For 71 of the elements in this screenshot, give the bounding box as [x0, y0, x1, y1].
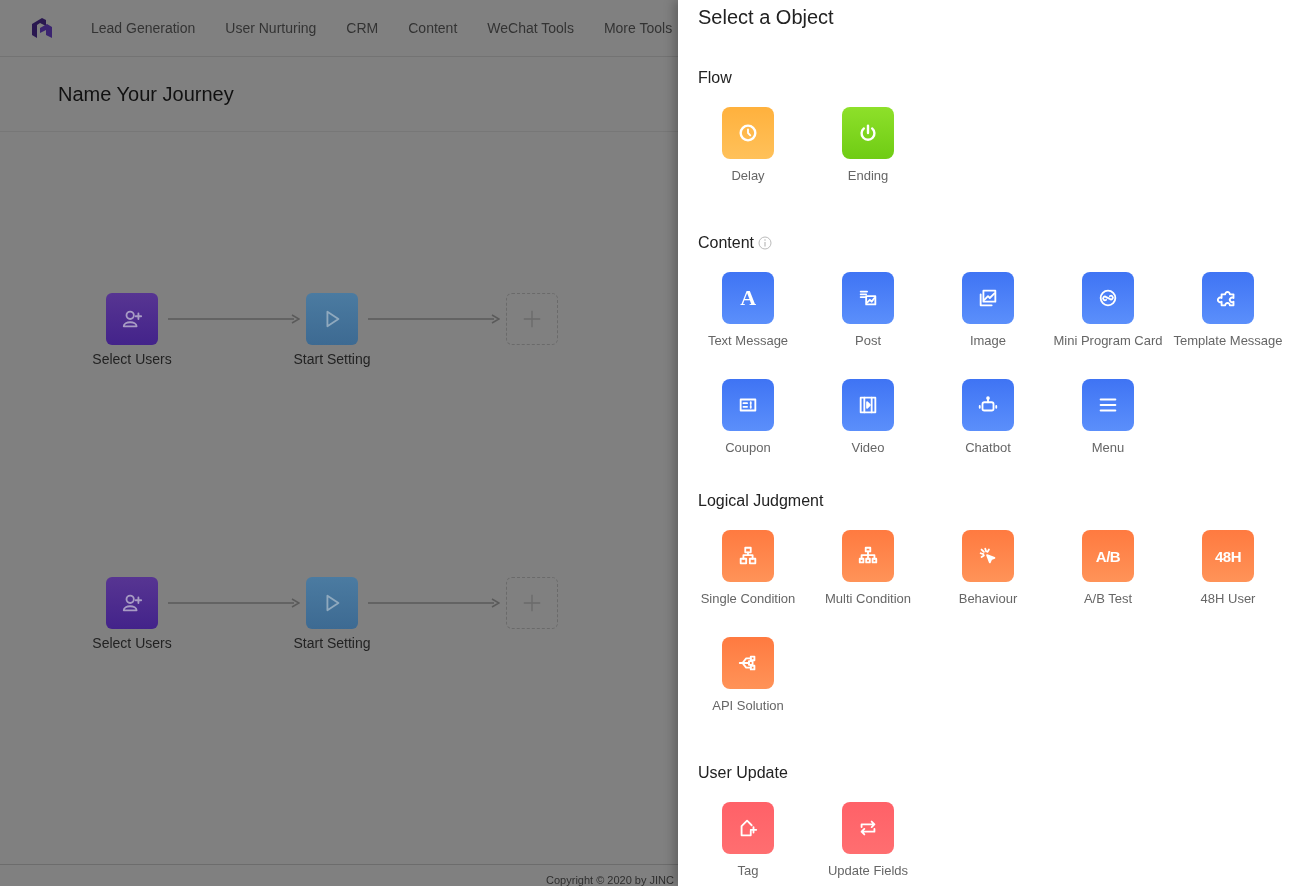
power-icon — [857, 122, 879, 144]
object-option[interactable]: Ending — [808, 107, 928, 203]
nav-link[interactable]: Content — [408, 20, 458, 36]
option-label: Update Fields — [826, 862, 910, 880]
object-option[interactable]: Image — [928, 272, 1048, 368]
section-title: Content — [698, 234, 755, 252]
info-icon[interactable] — [758, 236, 773, 250]
object-option[interactable]: Behaviour — [928, 530, 1048, 626]
nav-link[interactable]: More Tools — [603, 20, 673, 36]
hierarchy-icon — [737, 545, 759, 567]
object-option[interactable]: Coupon — [688, 379, 808, 475]
option-label: Video — [850, 439, 886, 457]
journey-node[interactable] — [306, 577, 358, 629]
option-label: Menu — [1090, 439, 1126, 457]
node-label: Select Users — [92, 351, 172, 367]
clock-icon — [737, 122, 759, 144]
film-icon — [857, 394, 879, 416]
object-option[interactable]: Multi Condition — [808, 530, 928, 626]
object-option[interactable]: Menu — [1048, 379, 1168, 475]
object-option[interactable]: Update Fields — [808, 802, 928, 880]
option-label: Tag — [736, 862, 760, 880]
object-option[interactable]: Delay — [688, 107, 808, 203]
object-option[interactable]: Template Message — [1168, 272, 1288, 368]
logo-icon[interactable] — [30, 16, 54, 40]
object-option[interactable]: Mini Program Card — [1048, 272, 1168, 368]
image-icon — [977, 287, 999, 309]
option-label: API Solution — [711, 697, 785, 715]
option-label: Template Message — [1173, 332, 1283, 350]
object-option[interactable]: Post — [808, 272, 928, 368]
option-label: Delay — [730, 167, 766, 185]
nav-link[interactable]: Lead Generation — [91, 20, 196, 36]
object-option[interactable]: Tag — [688, 802, 808, 880]
journey-node[interactable] — [106, 293, 158, 345]
node-label: Start Setting — [293, 635, 371, 651]
object-option[interactable]: Single Condition — [688, 530, 808, 626]
tile-label: 48H — [1215, 547, 1241, 565]
option-label: Multi Condition — [824, 590, 912, 608]
tile-label: A — [740, 285, 756, 311]
nav-link[interactable]: CRM — [346, 20, 379, 36]
option-label: Single Condition — [699, 590, 797, 608]
option-label: 48H User — [1199, 590, 1257, 608]
section-title: Flow — [698, 69, 732, 87]
option-label: A/B Test — [1082, 590, 1134, 608]
object-option[interactable]: 48H 48H User — [1168, 530, 1288, 626]
object-option[interactable]: A Text Message — [688, 272, 808, 368]
journey-title: Name Your Journey — [58, 82, 234, 106]
journey-node[interactable] — [106, 577, 158, 629]
drawer-title: Select a Object — [698, 5, 835, 30]
copyright-text: Copyright © 2020 by JINC — [546, 874, 674, 886]
option-label: Image — [968, 332, 1008, 350]
section-title: Logical Judgment — [698, 492, 824, 510]
object-option[interactable]: Chatbot — [928, 379, 1048, 475]
option-label: Coupon — [724, 439, 772, 457]
nav-link[interactable]: WeChat Tools — [487, 20, 574, 36]
node-label: Select Users — [92, 635, 172, 651]
option-label: Ending — [846, 167, 890, 185]
journey-node[interactable] — [306, 293, 358, 345]
option-label: Text Message — [706, 332, 790, 350]
option-label: Chatbot — [964, 439, 1012, 457]
object-option[interactable]: A/B A/B Test — [1048, 530, 1168, 626]
section-title: User Update — [698, 764, 788, 782]
user-add-icon — [121, 592, 143, 614]
tile-label: A/B — [1095, 547, 1121, 565]
nav-link[interactable]: User Nurturing — [225, 20, 317, 36]
option-label: Post — [854, 332, 882, 350]
object-option[interactable]: API Solution — [688, 637, 808, 733]
node-label: Start Setting — [293, 351, 371, 367]
option-label: Mini Program Card — [1053, 332, 1163, 350]
option-label: Behaviour — [957, 590, 1019, 608]
user-add-icon — [121, 308, 143, 330]
object-option[interactable]: Video — [808, 379, 928, 475]
